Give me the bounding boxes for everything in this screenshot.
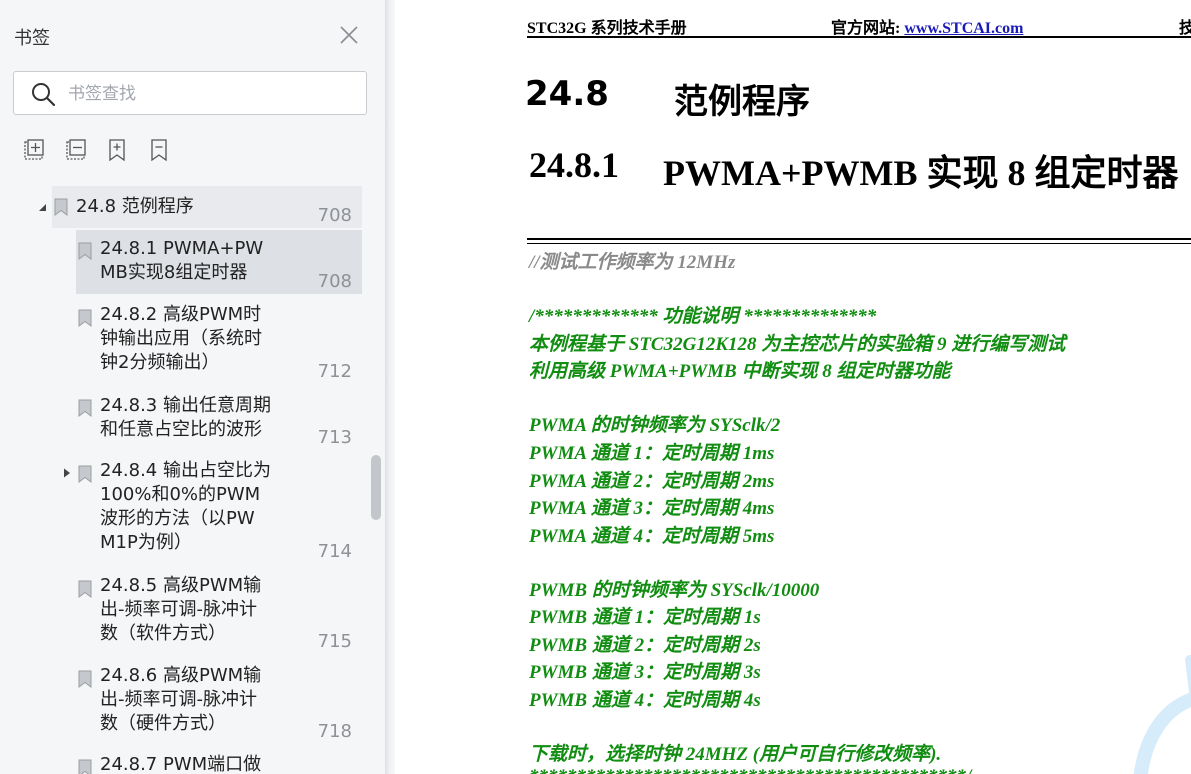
bookmark-page: 714 <box>317 541 352 562</box>
code-line: 本例程基于 STC32G12K128 为主控芯片的实验箱 9 进行编写测试 <box>529 334 1066 355</box>
section-number: 24.8 <box>525 74 609 114</box>
bookmark-page: 718 <box>317 721 352 742</box>
bookmark-page: 713 <box>317 427 352 448</box>
bookmark-icon <box>78 670 92 688</box>
header-website-label: 官方网站: <box>831 20 905 37</box>
bookmark-search[interactable] <box>13 71 367 115</box>
code-line: PWMB 通道 4：定时周期 4s <box>529 690 761 711</box>
section-title: 范例程序 <box>674 82 810 122</box>
code-line: PWMB 的时钟频率为 SYSclk/10000 <box>529 580 820 601</box>
bookmark-icon <box>78 399 92 417</box>
code-top-rule <box>527 238 1191 240</box>
bookmark-item-24-8-5[interactable]: 24.8.5 高级PWM输 出-频率可调-脉冲计 数（软件方式） 715 <box>76 570 362 658</box>
scrollbar-thumb[interactable] <box>371 455 381 520</box>
code-line: PWMA 通道 4：定时周期 5ms <box>529 526 775 547</box>
code-line: PWMA 通道 1：定时周期 1ms <box>529 443 775 464</box>
code-line: 利用高级 PWMA+PWMB 中断实现 8 组定时器功能 <box>529 361 951 382</box>
panel-splitter[interactable] <box>385 0 395 774</box>
bookmark-icon <box>78 759 92 774</box>
code-line: PWMB 通道 1：定时周期 1s <box>529 607 761 628</box>
header-website: 官方网站: www.STCAI.com <box>831 14 1023 38</box>
code-comment: //测试工作频率为 12MHz <box>529 252 736 273</box>
bookmark-icon <box>54 198 68 216</box>
bookmark-icon <box>78 580 92 598</box>
subsection-title: PWMA+PWMB 实现 8 组定时器 <box>663 153 1179 193</box>
bookmark-label: 24.8.6 高级PWM输 出-频率可调-脉冲计 数（硬件方式） <box>100 665 262 734</box>
code-line: PWMA 的时钟频率为 SYSclk/2 <box>529 415 781 436</box>
close-icon[interactable] <box>338 24 360 46</box>
bookmark-icon <box>78 309 92 327</box>
header-right-text: 技 <box>1179 20 1191 37</box>
page-header: STC32G 系列技术手册 官方网站: www.STCAI.com 技 <box>527 14 1191 38</box>
bookmark-page: 708 <box>317 205 352 226</box>
bookmark-label: 24.8.7 PWM端口做 <box>100 754 262 774</box>
watermark-icon <box>1133 655 1191 774</box>
code-line: 下载时，选择时钟 24MHZ (用户可自行修改频率). <box>529 744 942 765</box>
bookmark-label: 24.8.5 高级PWM输 出-频率可调-脉冲计 数（软件方式） <box>100 575 262 644</box>
bookmark-item-24-8-6[interactable]: 24.8.6 高级PWM输 出-频率可调-脉冲计 数（硬件方式） 718 <box>76 660 362 748</box>
code-top-rule-thin <box>527 243 1191 244</box>
bookmark-label: 24.8.2 高级PWM时 钟输出应用（系统时 钟2分频输出） <box>100 304 262 373</box>
bookmark-label: 24.8.4 输出占空比为 100%和0%的PWM 波形的方法（以PW M1P为… <box>100 460 271 553</box>
code-line: ****************************************… <box>529 766 971 774</box>
bookmark-label: 24.8.1 PWMA+PW MB实现8组定时器 <box>100 238 264 283</box>
collapse-caret-icon[interactable] <box>37 202 47 212</box>
bookmark-item-24-8-3[interactable]: 24.8.3 输出任意周期 和任意占空比的波形 713 <box>76 390 362 454</box>
document-view: STC32G 系列技术手册 官方网站: www.STCAI.com 技 24.8… <box>395 0 1191 774</box>
bookmark-item-24-8[interactable]: 24.8 范例程序 708 <box>52 186 362 228</box>
bookmark-page: 712 <box>317 361 352 382</box>
expand-caret-icon[interactable] <box>62 468 72 478</box>
bookmark-icon <box>78 465 92 483</box>
header-website-link[interactable]: www.STCAI.com <box>904 20 1023 37</box>
code-line: PWMA 通道 2：定时周期 2ms <box>529 471 775 492</box>
bookmark-page: 708 <box>317 271 352 292</box>
bookmark-page: 715 <box>317 631 352 652</box>
code-line: /************* 功能说明 ************** <box>529 306 877 327</box>
search-input[interactable] <box>68 81 358 107</box>
bookmark-item-24-8-2[interactable]: 24.8.2 高级PWM时 钟输出应用（系统时 钟2分频输出） 712 <box>76 298 362 386</box>
bookmark-item-24-8-7[interactable]: 24.8.7 PWM端口做 <box>76 750 362 774</box>
code-line: PWMB 通道 3：定时周期 3s <box>529 662 761 683</box>
bookmark-item-24-8-4[interactable]: 24.8.4 输出占空比为 100%和0%的PWM 波形的方法（以PW M1P为… <box>76 456 362 568</box>
bookmark-label: 24.8.3 输出任意周期 和任意占空比的波形 <box>100 395 271 440</box>
header-manual-title: STC32G 系列技术手册 <box>527 20 687 37</box>
panel-title: 书签 <box>14 28 50 49</box>
code-line: PWMA 通道 3：定时周期 4ms <box>529 498 775 519</box>
subsection-number: 24.8.1 <box>529 145 619 185</box>
bookmark-label: 24.8 范例程序 <box>76 196 194 217</box>
code-line: PWMB 通道 2：定时周期 2s <box>529 635 761 656</box>
bookmark-item-24-8-1[interactable]: 24.8.1 PWMA+PW MB实现8组定时器 708 <box>76 230 362 294</box>
expand-all-icon[interactable] <box>20 137 46 163</box>
remove-bookmark-icon[interactable] <box>146 137 172 163</box>
add-bookmark-icon[interactable] <box>104 137 130 163</box>
bookmark-icon <box>78 242 92 260</box>
bookmark-panel: 书签 24.8 范例程序 708 24.8.1 PW <box>0 0 385 774</box>
collapse-all-icon[interactable] <box>62 137 88 163</box>
search-icon <box>32 83 56 107</box>
